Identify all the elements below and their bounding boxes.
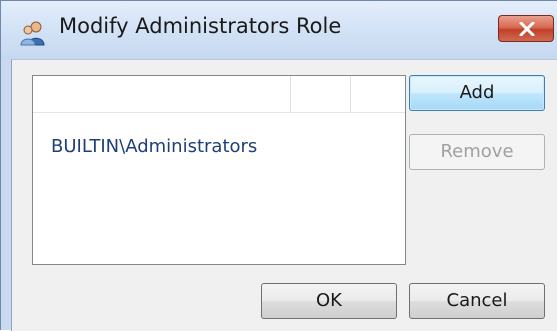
list-item[interactable]: BUILTIN\Administrators [51,136,257,157]
column-header-2[interactable] [291,76,351,112]
users-role-icon [19,19,47,47]
add-button[interactable]: Add [409,75,545,111]
members-list[interactable]: BUILTIN\Administrators [32,75,406,265]
window-title: Modify Administrators Role [59,14,342,38]
dialog-client-area: BUILTIN\Administrators Add Remove OK Can… [11,59,557,331]
cancel-button[interactable]: Cancel [409,283,545,319]
close-button[interactable] [498,15,554,42]
close-x-icon [519,22,535,36]
title-bar[interactable]: Modify Administrators Role [1,1,557,59]
list-header [33,76,405,113]
remove-button[interactable]: Remove [409,134,545,170]
ok-button[interactable]: OK [261,283,397,319]
dialog-window: Modify Administrators Role BUILTIN\Admin… [0,0,557,331]
column-header-1[interactable] [33,76,291,112]
